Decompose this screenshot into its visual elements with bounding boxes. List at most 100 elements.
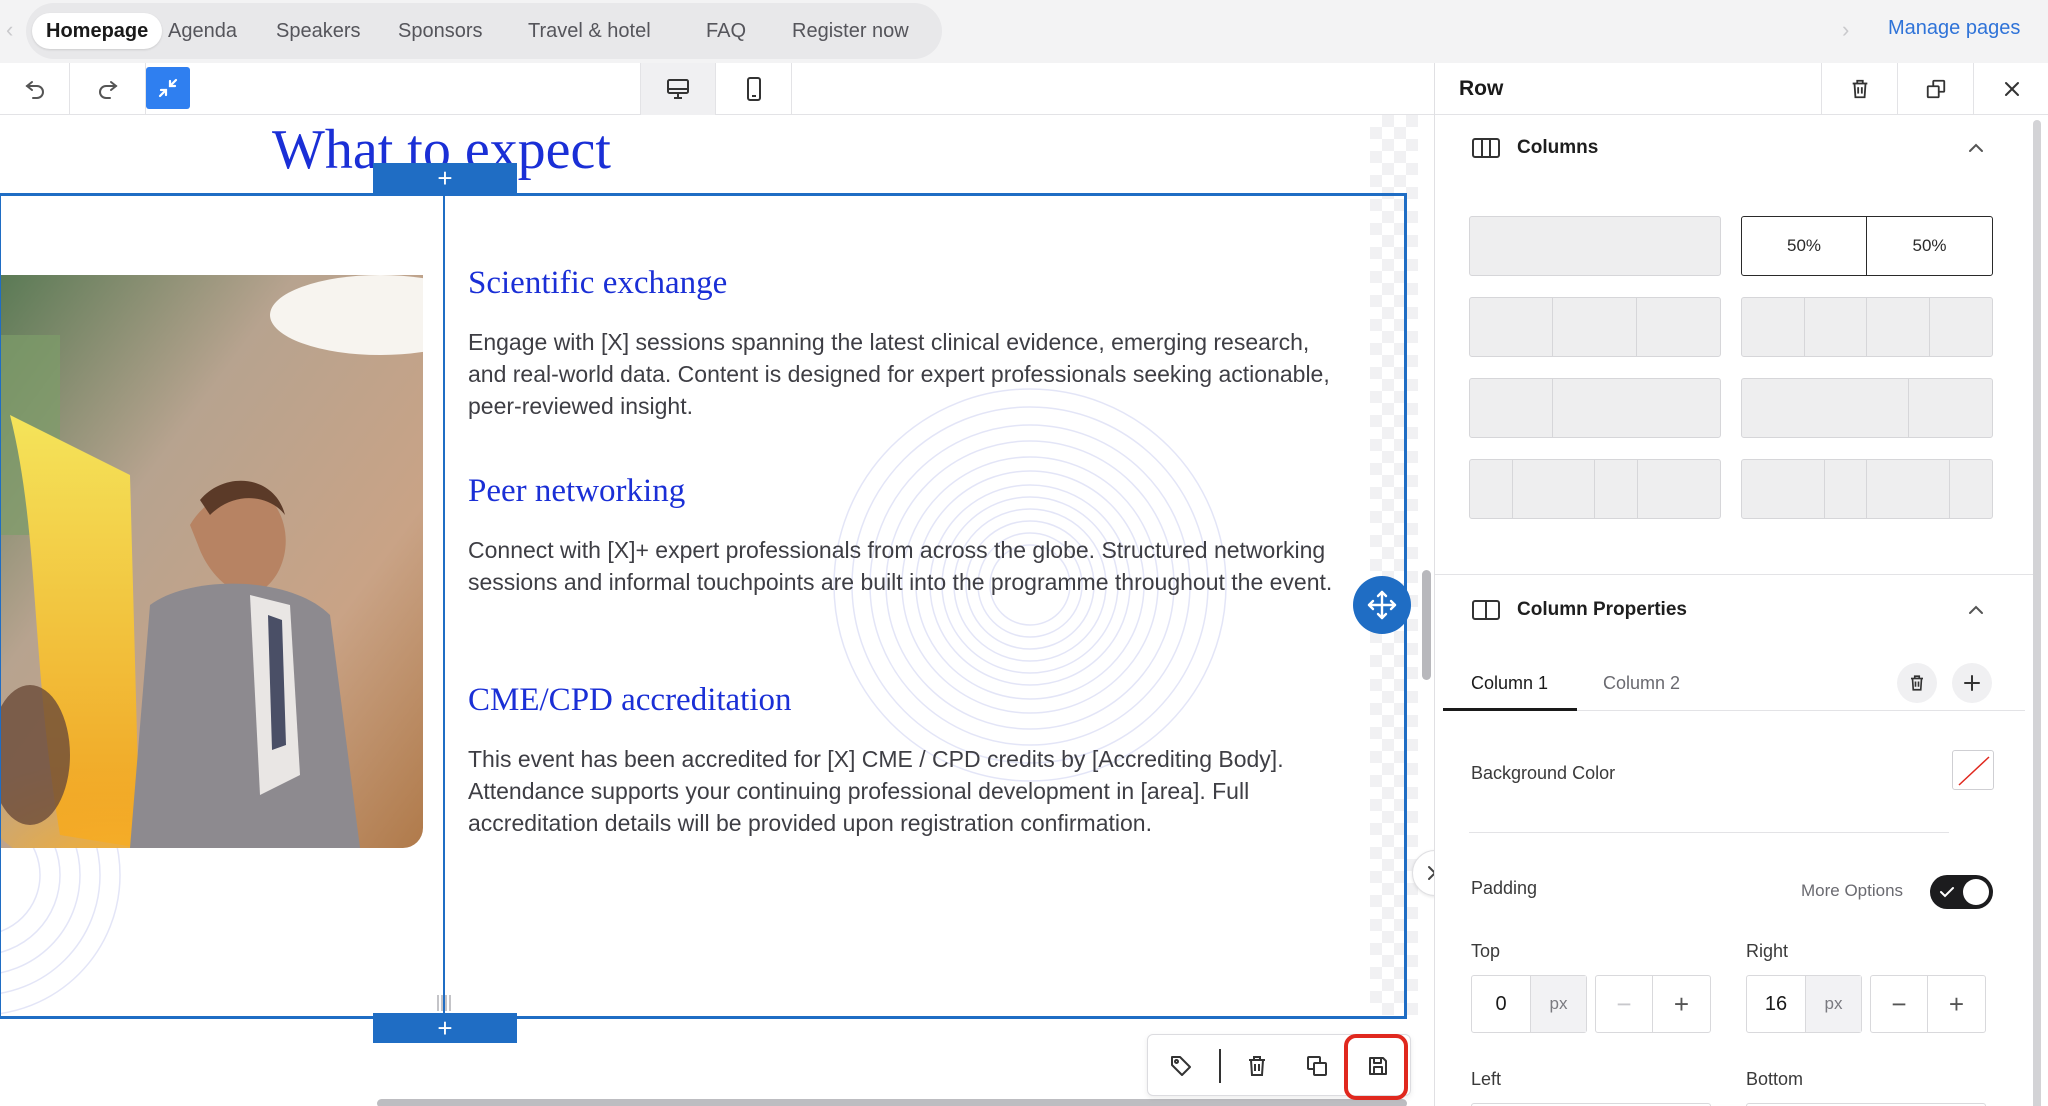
layout-segment-label: 50% (1912, 236, 1947, 255)
tab-agenda[interactable]: Agenda (154, 13, 251, 49)
field-divider (1469, 832, 1949, 833)
chevron-up-icon[interactable] (1967, 139, 1985, 157)
properties-panel: Row Columns 50% 50% Column Properties Co… (1434, 63, 2048, 1106)
nav-scroll-right-icon[interactable]: › (1842, 17, 1849, 43)
tag-icon (1171, 1056, 1191, 1076)
selected-row-outline[interactable] (0, 193, 1407, 1019)
layout-option-2-1-2[interactable] (1741, 459, 1993, 519)
increment-button[interactable]: + (1928, 976, 1985, 1032)
decrement-button[interactable]: − (1596, 976, 1654, 1032)
padding-right-input[interactable]: 16 px (1746, 975, 1862, 1033)
add-row-below-button[interactable]: + (373, 1013, 517, 1043)
background-color-label: Background Color (1471, 763, 1616, 783)
tag-button[interactable] (1158, 1043, 1204, 1089)
padding-right-value[interactable]: 16 (1747, 976, 1805, 1032)
columns-section-title: Columns (1517, 137, 1599, 158)
delete-column-button[interactable] (1897, 663, 1937, 703)
move-row-button[interactable] (1353, 576, 1411, 634)
padding-top-value[interactable]: 0 (1472, 976, 1530, 1032)
padding-bottom-label: Bottom (1746, 1069, 1804, 1089)
tab-faq[interactable]: FAQ (692, 13, 760, 49)
delete-button[interactable] (1234, 1043, 1280, 1089)
mobile-icon (746, 77, 761, 101)
decrement-button[interactable]: − (1871, 976, 1929, 1032)
layout-option-1-2[interactable] (1469, 378, 1721, 438)
check-icon (1940, 887, 1954, 898)
top-nav-bar: ‹ Homepage Agenda Speakers Sponsors Trav… (0, 0, 2048, 63)
redo-icon (98, 81, 118, 99)
tab-sponsors[interactable]: Sponsors (384, 13, 497, 49)
tab-speakers[interactable]: Speakers (262, 13, 375, 49)
undo-icon (24, 81, 44, 99)
add-column-button[interactable] (1952, 663, 1992, 703)
padding-right-unit: px (1805, 976, 1861, 1032)
increment-button[interactable]: + (1653, 976, 1710, 1032)
panel-scrollbar[interactable] (2033, 120, 2041, 1106)
layout-option-2-equal[interactable]: 50% 50% (1741, 216, 1993, 276)
feature-body: Connect with [X]+ expert professionals f… (468, 537, 1333, 595)
trash-icon (1249, 1056, 1265, 1076)
redo-button[interactable] (70, 63, 146, 115)
trash-icon (1852, 79, 1867, 99)
canvas-horizontal-scrollbar[interactable] (377, 1099, 1407, 1106)
chevron-up-icon[interactable] (1967, 601, 1985, 619)
padding-top-unit: px (1530, 976, 1586, 1032)
more-options-label: More Options (1801, 881, 1904, 900)
feature-title: Scientific exchange (468, 265, 728, 301)
save-button-highlight (1344, 1034, 1408, 1100)
columns-icon (1472, 138, 1500, 158)
feature-body: Engage with [X] sessions spanning the la… (468, 329, 1330, 419)
duplicate-row-button[interactable] (1897, 63, 1973, 115)
collapse-view-button[interactable] (146, 67, 190, 109)
move-icon (1367, 590, 1397, 620)
padding-left-label: Left (1471, 1069, 1502, 1089)
desktop-icon (667, 79, 689, 99)
tab-register-now[interactable]: Register now (778, 13, 923, 49)
layout-option-3-equal[interactable] (1469, 297, 1721, 357)
columns-icon (1472, 600, 1500, 620)
manage-pages-link[interactable]: Manage pages (1888, 17, 2020, 40)
canvas-vertical-scrollbar[interactable] (1422, 570, 1431, 680)
column-divider[interactable] (443, 196, 445, 1016)
panel-header: Row (1435, 63, 2048, 115)
layout-option-4-equal[interactable] (1741, 297, 1993, 357)
tab-column-1[interactable]: Column 1 (1471, 673, 1548, 694)
layout-option-1-column[interactable] (1469, 216, 1721, 276)
padding-top-stepper: − + (1595, 975, 1711, 1033)
plus-icon (1964, 675, 1980, 691)
mobile-view-button[interactable] (716, 63, 792, 115)
nav-scroll-left-icon[interactable]: ‹ (6, 17, 13, 43)
trash-icon (1911, 675, 1923, 691)
action-bar-separator (1219, 1049, 1221, 1083)
feature-title: Peer networking (468, 473, 686, 509)
tab-travel-hotel[interactable]: Travel & hotel (514, 13, 665, 49)
close-icon (2004, 82, 2019, 96)
collapse-icon (158, 78, 178, 98)
feature-title: CME/CPD accreditation (468, 682, 792, 718)
tab-homepage[interactable]: Homepage (32, 13, 163, 49)
padding-top-input[interactable]: 0 px (1471, 975, 1587, 1033)
layout-option-2-1[interactable] (1741, 378, 1993, 438)
layout-option-1-2-1[interactable] (1469, 459, 1721, 519)
background-color-swatch[interactable] (1952, 750, 1994, 790)
column-properties-title: Column Properties (1517, 599, 1687, 620)
desktop-view-button[interactable] (640, 63, 716, 115)
duplicate-icon (1926, 79, 1945, 99)
padding-right-stepper: − + (1870, 975, 1986, 1033)
active-tab-indicator (1443, 708, 1577, 711)
padding-label: Padding (1471, 878, 1538, 898)
layout-segment-label: 50% (1742, 217, 1867, 275)
add-row-above-button[interactable]: + (373, 163, 517, 193)
padding-right-label: Right (1746, 941, 1789, 961)
feature-body: This event has been accredited for [X] C… (468, 746, 1284, 836)
undo-button[interactable] (0, 63, 70, 115)
delete-row-button[interactable] (1821, 63, 1897, 115)
padding-top-label: Top (1471, 941, 1501, 961)
section-divider (1435, 574, 2035, 575)
page-tabs: Homepage Agenda Speakers Sponsors Travel… (26, 3, 942, 59)
column-resize-handle-icon[interactable] (432, 993, 456, 1013)
more-options-toggle[interactable] (1930, 875, 1993, 909)
tab-column-2[interactable]: Column 2 (1603, 673, 1680, 694)
duplicate-button[interactable] (1294, 1043, 1340, 1089)
close-panel-button[interactable] (1973, 63, 2048, 115)
